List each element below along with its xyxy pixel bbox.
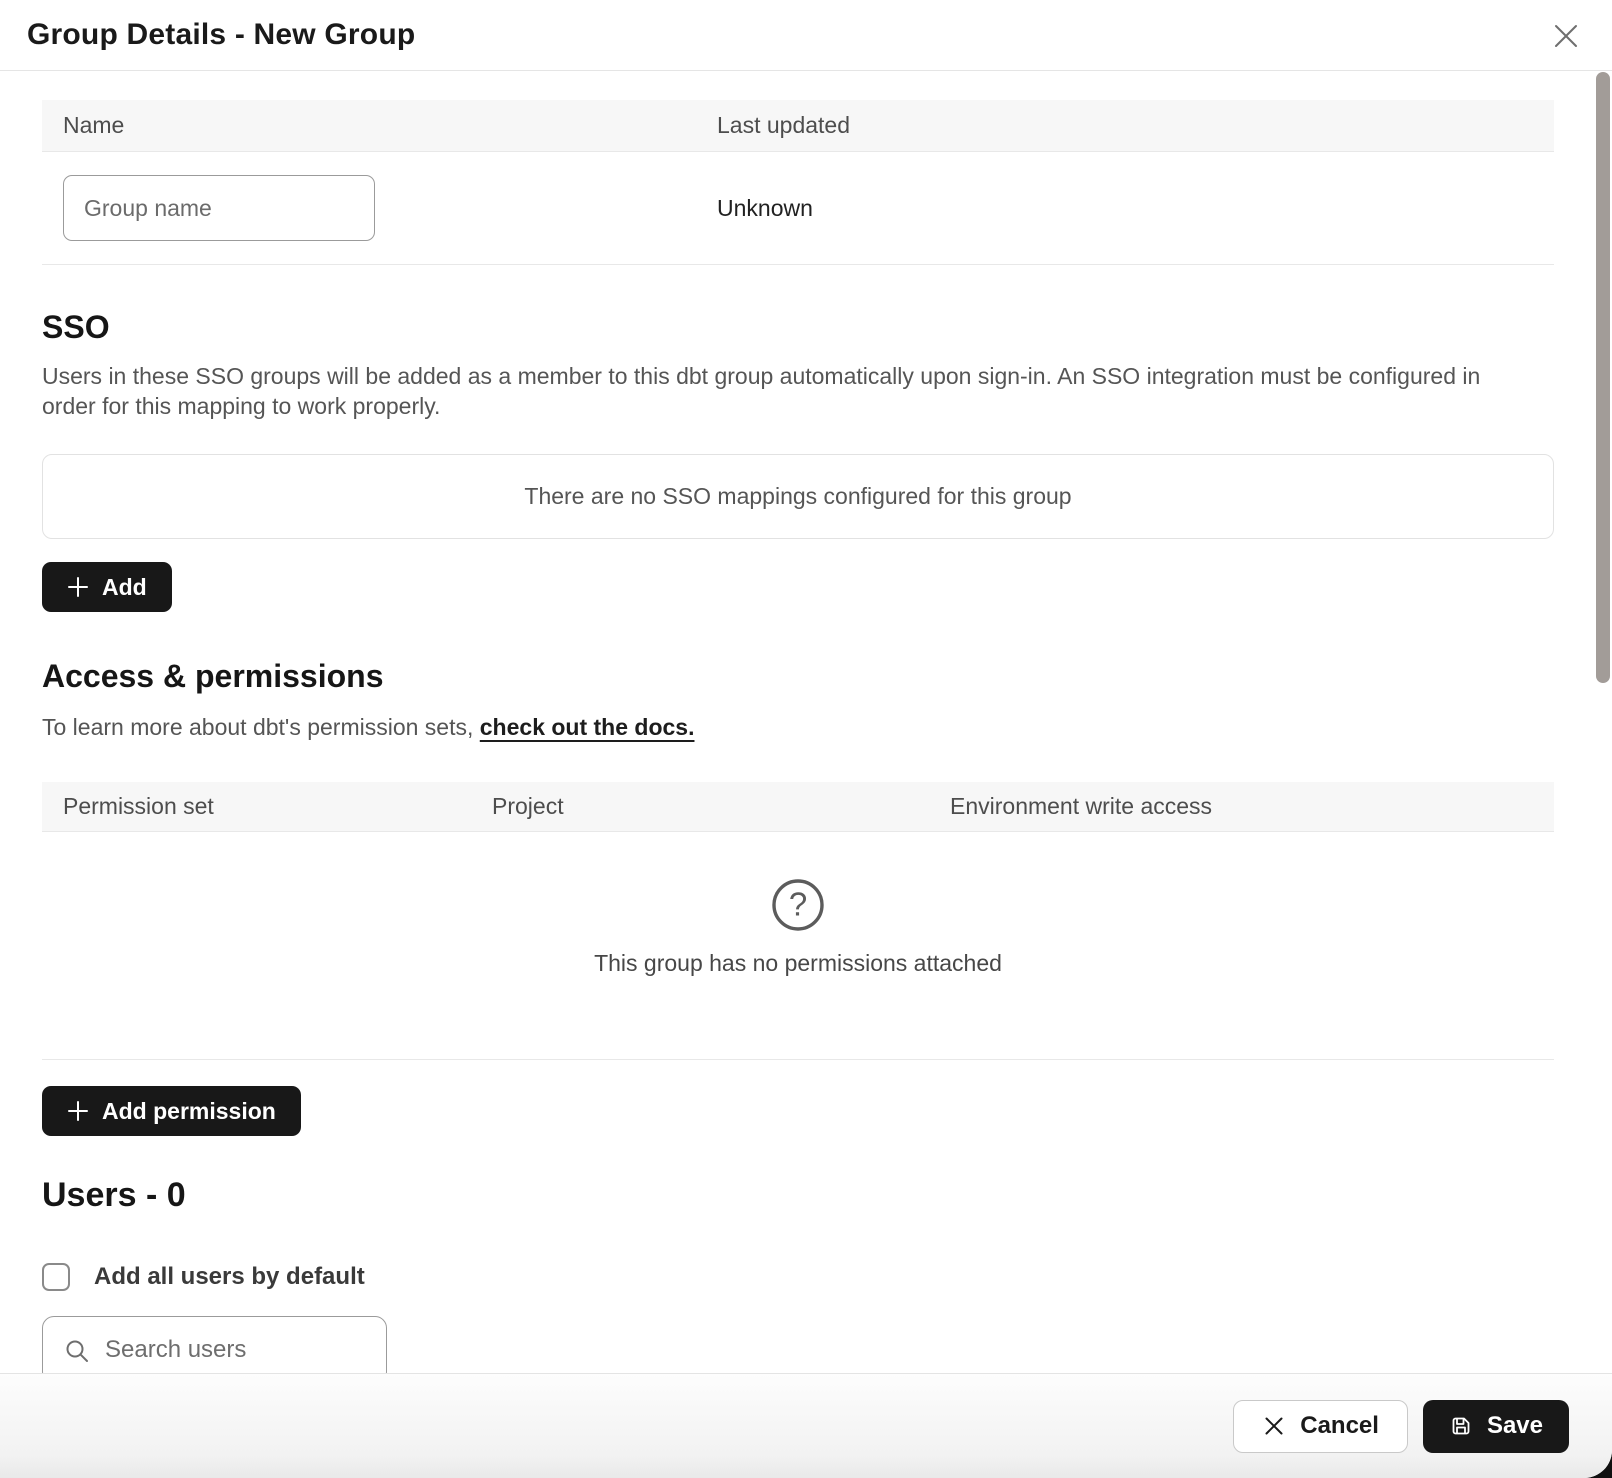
permissions-heading: Access & permissions [42,658,1554,695]
cancel-button[interactable]: Cancel [1233,1400,1408,1453]
column-header-project: Project [492,793,950,820]
svg-text:?: ? [789,886,807,923]
add-sso-mapping-label: Add [102,574,147,601]
sso-empty-message: There are no SSO mappings configured for… [524,483,1071,510]
close-icon [1551,21,1581,51]
add-permission-label: Add permission [102,1098,276,1125]
add-all-users-label: Add all users by default [94,1263,365,1291]
permissions-table-header: Permission set Project Environment write… [42,782,1554,832]
table-row: Unknown [42,152,1554,265]
save-label: Save [1487,1412,1543,1440]
vertical-scrollbar-thumb[interactable] [1596,72,1610,683]
dialog-footer: Cancel Save [0,1373,1612,1478]
cancel-x-icon [1262,1414,1286,1438]
permissions-empty-message: This group has no permissions attached [42,950,1554,977]
group-name-table: Name Last updated Unknown [42,100,1554,265]
save-icon [1449,1414,1473,1438]
save-button[interactable]: Save [1423,1400,1569,1453]
permissions-empty-state: ? This group has no permissions attached [42,832,1554,1060]
sso-description: Users in these SSO groups will be added … [42,361,1508,421]
column-header-name: Name [63,112,717,139]
plus-icon [67,1100,89,1122]
group-details-dialog: Group Details - New Group Name Last upda… [0,0,1612,1478]
group-name-input[interactable] [63,175,375,241]
plus-icon [67,576,89,598]
docs-link[interactable]: check out the docs. [480,714,695,740]
sso-heading: SSO [42,309,1554,346]
add-sso-mapping-button[interactable]: Add [42,562,172,612]
last-updated-value: Unknown [717,195,1533,222]
close-button[interactable] [1548,18,1584,54]
add-permission-button[interactable]: Add permission [42,1086,301,1136]
cancel-label: Cancel [1300,1412,1379,1440]
permissions-table: Permission set Project Environment write… [42,782,1554,1060]
column-header-last-updated: Last updated [717,112,1533,139]
page-title: Group Details - New Group [27,18,415,52]
users-heading: Users - 0 [42,1176,1554,1215]
column-header-environment-write-access: Environment write access [950,793,1533,820]
dialog-header: Group Details - New Group [0,0,1612,71]
add-all-users-checkbox[interactable] [42,1263,70,1291]
permissions-description: To learn more about dbt's permission set… [42,712,1508,742]
add-all-users-row: Add all users by default [42,1263,1554,1291]
group-name-table-header: Name Last updated [42,100,1554,152]
dialog-content: Name Last updated Unknown SSO Users in t… [0,100,1612,1384]
permissions-description-text: To learn more about dbt's permission set… [42,714,480,740]
column-header-permission-set: Permission set [63,793,492,820]
sso-empty-state: There are no SSO mappings configured for… [42,454,1554,539]
question-circle-icon: ? [771,878,825,932]
